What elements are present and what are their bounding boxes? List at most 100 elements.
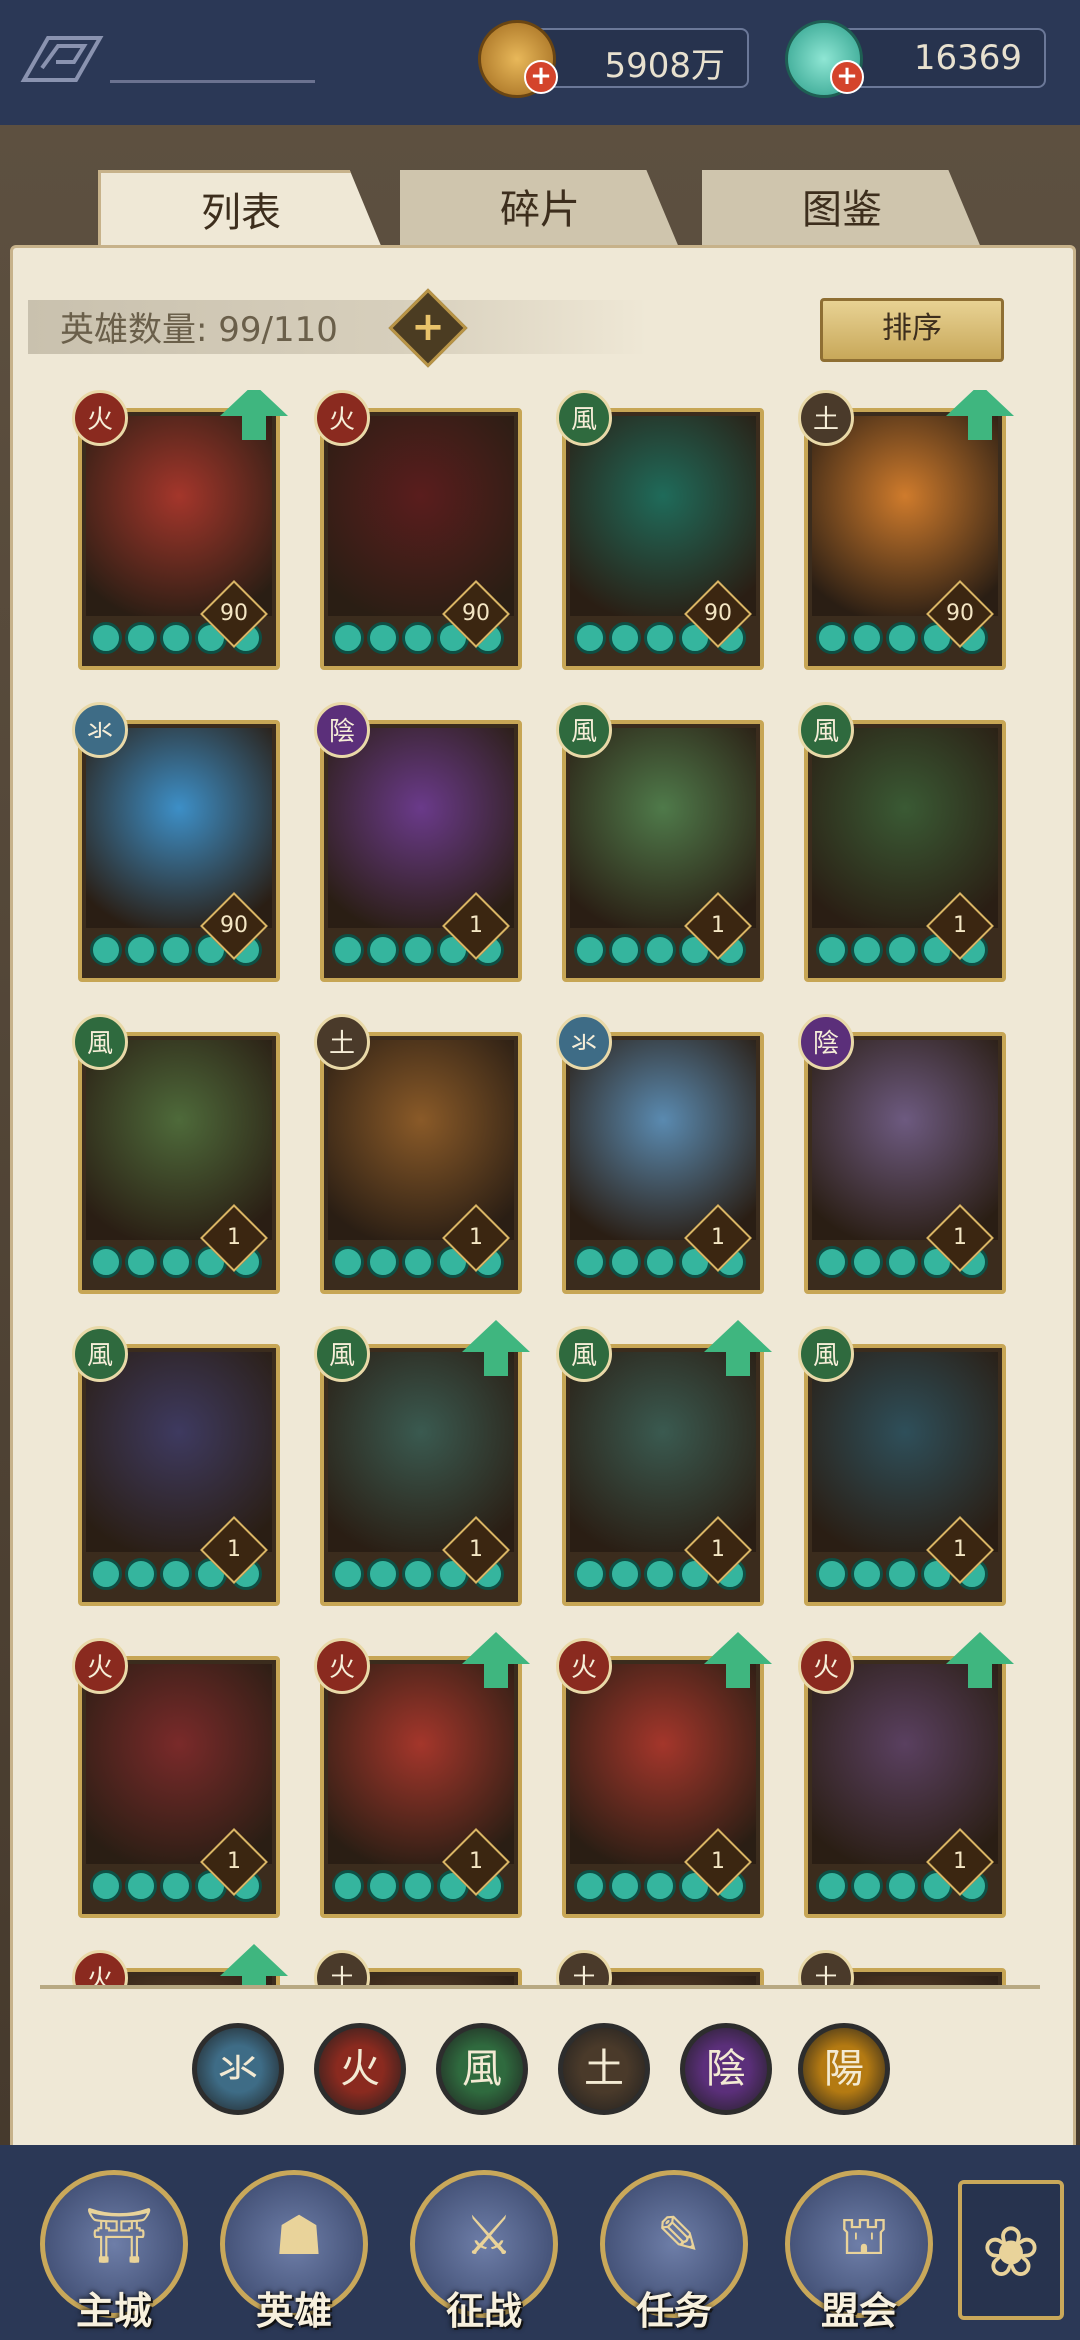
tab-fragments[interactable]: 碎片: [400, 170, 680, 250]
element-badge-icon: 土: [556, 1950, 612, 1988]
star-icon: [574, 1558, 606, 1590]
hero-portrait: [570, 416, 756, 616]
element-badge-icon: 火: [72, 1638, 128, 1694]
hero-card[interactable]: 1土: [314, 1014, 522, 1294]
element-badge-icon: 火: [798, 1638, 854, 1694]
hero-card[interactable]: 90 氺: [72, 702, 280, 982]
hero-card[interactable]: 90 火: [314, 390, 522, 670]
nav-item[interactable]: ⛩ 主城: [40, 2170, 190, 2335]
hero-card[interactable]: 火: [72, 1944, 288, 1988]
star-icon: [816, 1558, 848, 1590]
element-badge-icon: 風: [556, 390, 612, 446]
hero-level-value: 90: [220, 913, 248, 938]
upgrade-arrow-icon: [462, 1320, 530, 1376]
hero-card[interactable]: 1火: [72, 1638, 280, 1918]
star-icon: [574, 622, 606, 654]
hero-level-value: 1: [711, 1225, 725, 1250]
tab-codex[interactable]: 图鉴: [702, 170, 982, 250]
hero-card[interactable]: 90 火: [72, 390, 288, 670]
hero-card[interactable]: 1風: [72, 1326, 280, 1606]
element-filter-button[interactable]: 火: [314, 2023, 406, 2115]
star-icon: [332, 1870, 364, 1902]
hero-card-frame: 1: [562, 1344, 764, 1606]
hero-card[interactable]: 1風: [556, 702, 764, 982]
star-icon: [609, 1246, 641, 1278]
hero-card[interactable]: 1火: [556, 1632, 772, 1918]
hero-card[interactable]: 1風: [72, 1014, 280, 1294]
star-icon: [402, 1246, 434, 1278]
hero-card-frame: 1: [562, 1032, 764, 1294]
hero-card-frame: 90: [320, 408, 522, 670]
hero-card[interactable]: 90 土: [798, 390, 1014, 670]
hero-card[interactable]: 1火: [314, 1632, 530, 1918]
hero-card[interactable]: 1陰: [798, 1014, 1006, 1294]
hero-portrait: [570, 1664, 756, 1864]
star-icon: [90, 1558, 122, 1590]
jade-value: 16369: [913, 38, 1022, 78]
hero-level-value: 1: [711, 1849, 725, 1874]
hero-card[interactable]: 1風: [798, 1326, 1006, 1606]
hero-card[interactable]: 1氺: [556, 1014, 764, 1294]
star-icon: [90, 1870, 122, 1902]
nav-item[interactable]: ✎ 任务: [600, 2170, 750, 2335]
element-filter-button[interactable]: 土: [558, 2023, 650, 2115]
hero-level-value: 1: [953, 1537, 967, 1562]
hero-level-value: 1: [469, 1537, 483, 1562]
hero-portrait: [328, 1040, 514, 1240]
element-badge-icon: 風: [798, 702, 854, 758]
hero-card[interactable]: 土: [556, 1950, 764, 1988]
star-icon: [644, 1558, 676, 1590]
star-icon: [886, 934, 918, 966]
hero-grid: 90 火 90 火 90 風 90 土 90 氺 1 陰 1 風 1 風 1 風 1 土 1 氺 1 陰 1 風 1 風 1 風 1 風 1 火 1…: [0, 390, 1080, 1988]
star-icon: [90, 622, 122, 654]
upgrade-arrow-icon: [946, 1632, 1014, 1688]
hero-level-value: 1: [711, 913, 725, 938]
element-filter-button[interactable]: 陰: [680, 2023, 772, 2115]
hero-count-label: 英雄数量: 99/110: [60, 310, 338, 350]
star-icon: [609, 1558, 641, 1590]
star-icon: [90, 934, 122, 966]
hero-card[interactable]: 土: [314, 1950, 522, 1988]
hero-card[interactable]: 土: [798, 1950, 1006, 1988]
add-coin-icon[interactable]: +: [524, 60, 558, 94]
star-icon: [609, 622, 641, 654]
star-icon: [367, 1246, 399, 1278]
hero-card-frame: 1: [804, 1032, 1006, 1294]
sort-button[interactable]: 排序: [820, 298, 1004, 362]
nav-item[interactable]: ☗ 英雄: [220, 2170, 370, 2335]
hero-card[interactable]: 1陰: [314, 702, 522, 982]
star-icon: [367, 1870, 399, 1902]
element-filter-button[interactable]: 陽: [798, 2023, 890, 2115]
grid-divider: [40, 1985, 1040, 1989]
star-icon: [574, 1246, 606, 1278]
hero-level-value: 1: [469, 913, 483, 938]
hero-card-frame: 90: [78, 720, 280, 982]
hero-card-frame: 1: [804, 1344, 1006, 1606]
hero-level-value: 1: [711, 1537, 725, 1562]
add-jade-icon[interactable]: +: [830, 60, 864, 94]
element-filter-button[interactable]: 風: [436, 2023, 528, 2115]
element-badge-icon: 氺: [556, 1014, 612, 1070]
hero-card-frame: 90: [804, 408, 1006, 670]
hero-portrait: [328, 1352, 514, 1552]
element-badge-icon: 風: [556, 1326, 612, 1382]
city-gate-icon: ⛩: [84, 2204, 154, 2267]
nav-label: 征战: [445, 2289, 522, 2333]
hero-card[interactable]: 1火: [798, 1632, 1014, 1918]
element-badge-icon: 土: [798, 390, 854, 446]
element-filter-button[interactable]: 氺: [192, 2023, 284, 2115]
hero-portrait: [812, 1352, 998, 1552]
hero-card-frame: 1: [320, 1032, 522, 1294]
hero-card[interactable]: 1風: [314, 1320, 530, 1606]
hero-portrait: [570, 1352, 756, 1552]
hero-card-frame: 90: [78, 408, 280, 670]
hero-card[interactable]: 90 風: [556, 390, 764, 670]
star-icon: [851, 622, 883, 654]
tab-list[interactable]: 列表: [98, 170, 384, 253]
menu-flower-icon[interactable]: ❀: [958, 2180, 1064, 2320]
nav-item[interactable]: ⛫ 盟会: [785, 2170, 935, 2335]
hero-card[interactable]: 1風: [798, 702, 1006, 982]
nav-item[interactable]: ⚔ 征战: [410, 2170, 560, 2335]
hero-card[interactable]: 1風: [556, 1320, 772, 1606]
nav-label: 任务: [635, 2289, 712, 2333]
